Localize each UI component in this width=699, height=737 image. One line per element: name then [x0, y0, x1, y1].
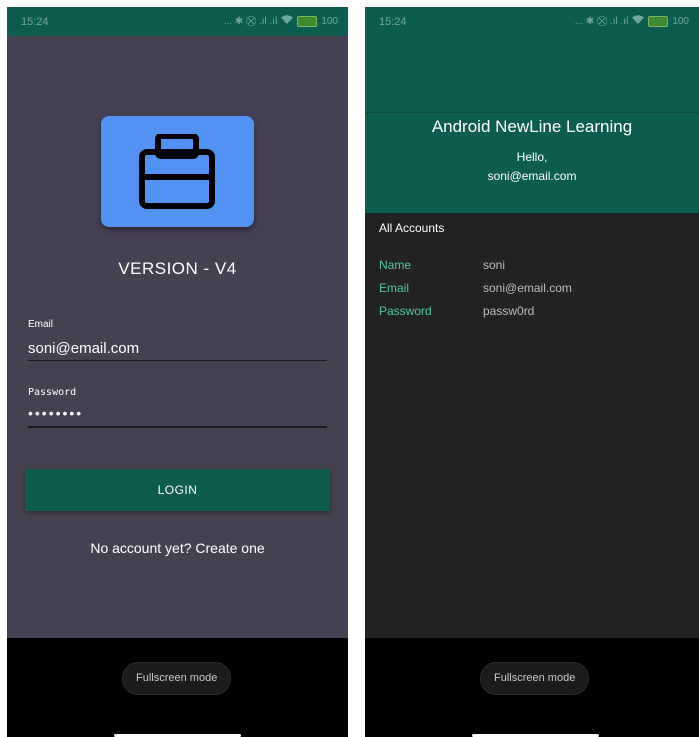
status-bar: 15:24 ... ✱ ⛒ .ıl .ıl 100	[365, 7, 699, 36]
status-bar: 15:24 ... ✱ ⛒ .ıl .ıl 100	[7, 7, 348, 36]
email-field[interactable]: soni@email.com	[28, 340, 327, 357]
accounts-screen: 15:24 ... ✱ ⛒ .ıl .ıl 100 Android NewLin…	[365, 7, 699, 737]
status-time: 15:24	[21, 16, 49, 28]
status-time: 15:24	[379, 16, 407, 28]
fullscreen-mode-button[interactable]: Fullscreen mode	[480, 662, 590, 695]
email-label: Email	[28, 319, 54, 330]
account-value: passw0rd	[483, 304, 535, 318]
password-field[interactable]: ••••••••	[28, 405, 327, 421]
navigation-bar: Fullscreen mode	[7, 638, 348, 737]
password-underline	[28, 426, 327, 428]
status-icons: ... ✱ ⛒ .ıl .ıl 100	[224, 15, 338, 27]
battery-level: 100	[321, 15, 338, 27]
account-row-email: Email soni@email.com	[379, 281, 685, 297]
password-label: Password	[28, 387, 77, 398]
status-icons: ... ✱ ⛒ .ıl .ıl 100	[575, 15, 689, 27]
wifi-icon	[281, 15, 294, 27]
account-row-name: Name soni	[379, 258, 685, 274]
navigation-bar: Fullscreen mode	[365, 638, 699, 737]
briefcase-icon	[139, 134, 215, 209]
section-title: All Accounts	[379, 221, 445, 235]
account-key: Name	[379, 258, 412, 272]
user-email: soni@email.com	[487, 169, 577, 183]
battery-level: 100	[672, 15, 689, 27]
battery-icon	[297, 15, 318, 27]
battery-icon	[648, 15, 669, 27]
account-key: Password	[379, 304, 432, 318]
wifi-icon	[632, 15, 645, 27]
greeting: Hello,	[516, 150, 548, 164]
app-bar-divider	[365, 112, 699, 113]
account-key: Email	[379, 281, 410, 295]
email-underline	[28, 360, 327, 361]
account-row-password: Password passw0rd	[379, 304, 685, 320]
signal-icons: ... ✱ ⛒ .ıl .ıl	[574, 15, 629, 27]
app-title: Android NewLine Learning	[431, 117, 633, 136]
create-account-link[interactable]: No account yet? Create one	[7, 540, 348, 556]
version-label: VERSION - V4	[118, 259, 237, 278]
account-value: soni	[483, 258, 506, 272]
signal-icons: ... ✱ ⛒ .ıl .ıl	[223, 15, 278, 27]
app-logo	[101, 116, 254, 227]
login-screen: 15:24 ... ✱ ⛒ .ıl .ıl 100 VERSION - V4 E…	[7, 7, 348, 737]
fullscreen-mode-button[interactable]: Fullscreen mode	[122, 662, 232, 695]
login-button[interactable]: LOGIN	[25, 469, 330, 511]
account-value: soni@email.com	[483, 281, 572, 295]
